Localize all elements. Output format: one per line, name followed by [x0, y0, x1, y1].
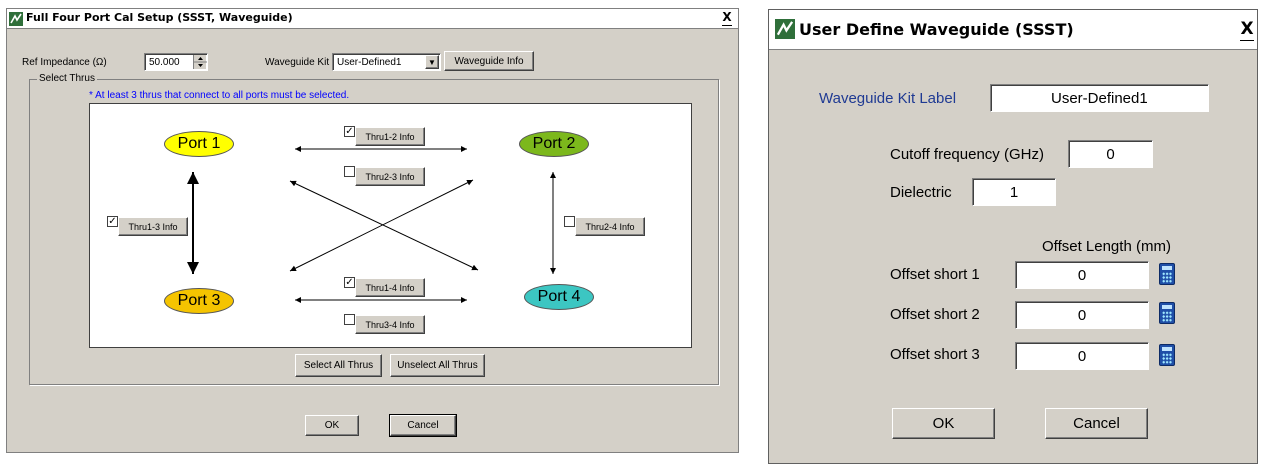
thru34-info-button[interactable]: Thru3-4 Info [355, 315, 425, 334]
thru13-info-button[interactable]: Thru1-3 Info [118, 217, 188, 236]
offset-length-header: Offset Length (mm) [1042, 238, 1171, 255]
select-all-thrus-label: Select All Thrus [303, 360, 374, 371]
thru12-info-button[interactable]: Thru1-2 Info [355, 127, 425, 146]
unselect-all-thrus-label: Unselect All Thrus [397, 360, 478, 371]
waveguide-kit-label: Waveguide Kit [265, 57, 330, 68]
thru14-checkbox[interactable]: ✓ [344, 277, 355, 288]
thrus-note: * At least 3 thrus that connect to all p… [89, 90, 350, 101]
port-4-node: Port 4 [524, 284, 594, 310]
offset-short-1-label: Offset short 1 [890, 266, 980, 283]
port-1-node: Port 1 [164, 131, 234, 157]
thru24-info-label: Thru2-4 Info [585, 221, 635, 232]
thru23-info-button[interactable]: Thru2-3 Info [355, 167, 425, 186]
cancel-button[interactable]: Cancel [389, 414, 457, 437]
calculator-icon[interactable] [1159, 263, 1175, 285]
ref-impedance-label: Ref Impedance (Ω) [22, 57, 107, 68]
dialog-title: Full Four Port Cal Setup (SSST, Waveguid… [26, 11, 293, 24]
thru12-info-label: Thru1-2 Info [365, 131, 415, 142]
ok-button[interactable]: OK [892, 408, 995, 439]
thru34-checkbox[interactable] [344, 314, 355, 325]
thru12-checkbox[interactable]: ✓ [344, 126, 355, 137]
select-all-thrus-button[interactable]: Select All Thrus [295, 354, 382, 377]
thru13-checkbox[interactable]: ✓ [107, 216, 118, 227]
waveguide-kit-dropdown-button[interactable]: ▼ [425, 55, 439, 69]
thru23-checkbox[interactable] [344, 166, 355, 177]
full-four-port-cal-dialog: Full Four Port Cal Setup (SSST, Waveguid… [6, 8, 739, 453]
waveguide-kit-label: Waveguide Kit Label [819, 90, 957, 107]
thru24-info-button[interactable]: Thru2-4 Info [575, 217, 645, 236]
cutoff-frequency-value: 0 [1106, 145, 1115, 163]
offset-short-2-value: 0 [1077, 306, 1087, 324]
dielectric-value: 1 [1009, 183, 1019, 201]
offset-short-2-label: Offset short 2 [890, 306, 980, 323]
offset-short-1-value: 0 [1077, 266, 1087, 284]
waveguide-info-button[interactable]: Waveguide Info [444, 51, 534, 71]
offset-short-3-value: 0 [1077, 347, 1087, 365]
chevron-down-icon: ▼ [428, 57, 436, 67]
cutoff-frequency-input[interactable]: 0 [1068, 140, 1153, 168]
ref-impedance-spinner[interactable] [193, 55, 207, 69]
thru14-info-label: Thru1-4 Info [365, 282, 415, 293]
thru34-info-label: Thru3-4 Info [365, 319, 415, 330]
cutoff-frequency-label: Cutoff frequency (GHz) [890, 146, 1044, 163]
offset-short-2-input[interactable]: 0 [1015, 301, 1149, 329]
unselect-all-thrus-button[interactable]: Unselect All Thrus [390, 354, 485, 377]
offset-short-3-label: Offset short 3 [890, 346, 980, 363]
close-icon[interactable]: X [722, 10, 732, 26]
select-thrus-label: Select Thrus [37, 73, 97, 84]
ok-button[interactable]: OK [305, 415, 359, 436]
thru24-checkbox[interactable] [564, 216, 575, 227]
app-logo-icon [9, 11, 23, 30]
cancel-label: Cancel [407, 420, 439, 431]
cancel-button[interactable]: Cancel [1045, 408, 1148, 439]
dielectric-label: Dielectric [890, 184, 952, 201]
close-icon[interactable]: X [1240, 18, 1254, 41]
thru14-info-button[interactable]: Thru1-4 Info [355, 278, 425, 297]
cancel-label: Cancel [1073, 415, 1120, 432]
app-logo-icon [775, 19, 795, 43]
port-3-node: Port 3 [164, 288, 234, 314]
thru-diagram-panel: Port 1 Port 2 Port 3 Port 4 ✓ Thru1-2 In… [89, 103, 692, 348]
port-2-node: Port 2 [519, 131, 589, 157]
offset-short-1-input[interactable]: 0 [1015, 261, 1149, 289]
dialog-title: User Define Waveguide (SSST) [799, 20, 1074, 39]
waveguide-kit-value: User-Defined1 [337, 56, 402, 68]
dialog-title-bar: Full Four Port Cal Setup (SSST, Waveguid… [7, 9, 738, 29]
calculator-icon[interactable] [1159, 302, 1175, 324]
waveguide-info-label: Waveguide Info [454, 55, 524, 67]
thru23-info-label: Thru2-3 Info [365, 171, 415, 182]
dialog-title-bar: User Define Waveguide (SSST) X [769, 10, 1257, 50]
thru13-info-label: Thru1-3 Info [128, 221, 178, 232]
spinner-arrows-icon [194, 57, 207, 67]
ok-label: OK [324, 420, 340, 431]
waveguide-kit-label-input[interactable]: User-Defined1 [990, 84, 1209, 112]
ref-impedance-value: 50.000 [149, 56, 180, 68]
offset-short-3-input[interactable]: 0 [1015, 342, 1149, 370]
ok-label: OK [932, 415, 955, 432]
user-define-waveguide-dialog: User Define Waveguide (SSST) X Waveguide… [768, 9, 1258, 464]
calculator-icon[interactable] [1159, 344, 1175, 366]
waveguide-kit-label-value: User-Defined1 [1051, 89, 1148, 107]
dielectric-input[interactable]: 1 [972, 178, 1056, 206]
